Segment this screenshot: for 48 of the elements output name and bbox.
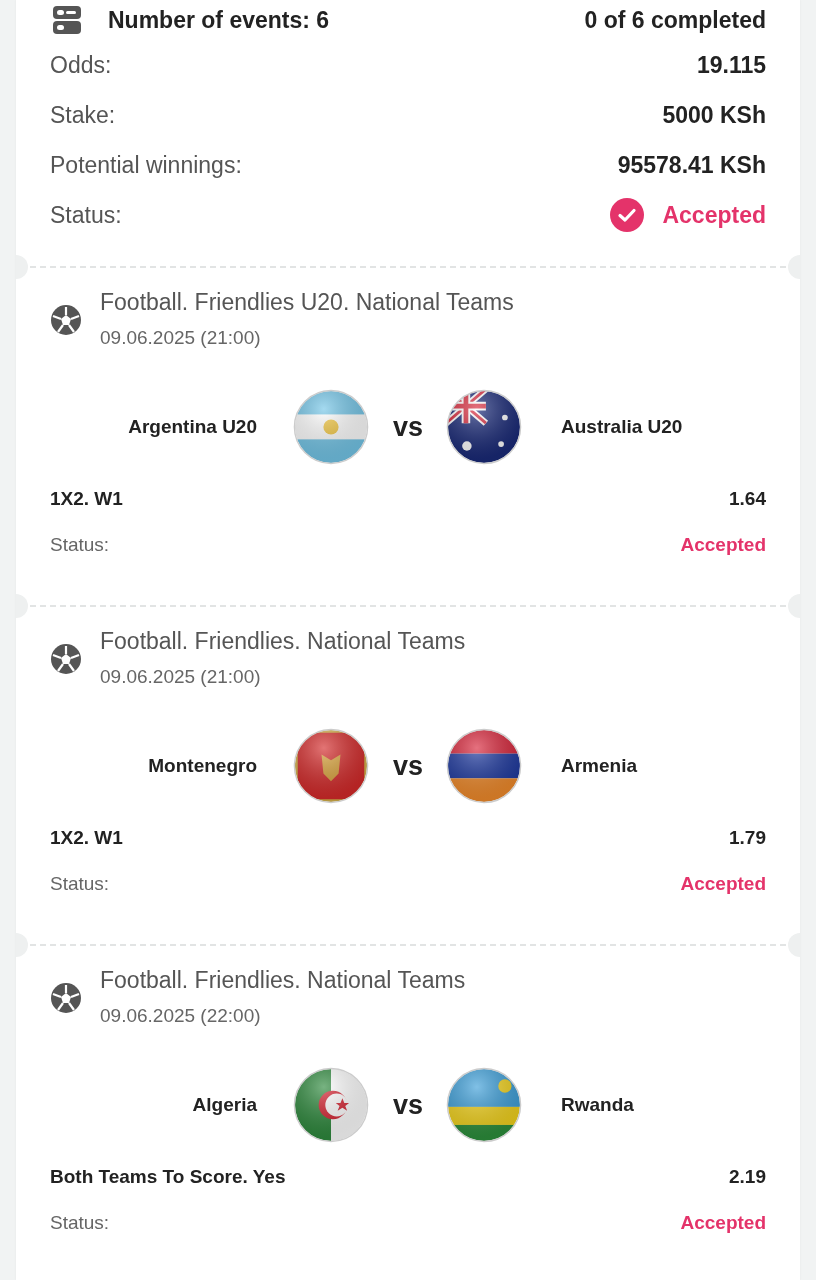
flag-icon [293, 389, 369, 465]
flag-icon [446, 389, 522, 465]
flag-icon [293, 728, 369, 804]
row-value: 95578.41 KSh [617, 151, 766, 179]
progress-text: 0 of 6 completed [584, 6, 766, 34]
league-title: Football. Friendlies. National Teams [100, 627, 466, 656]
events-count: Number of events: 6 [108, 6, 330, 34]
flag-icon [293, 1067, 369, 1143]
stack-icon [52, 5, 82, 35]
status-label: Status: [50, 873, 110, 895]
soccer-ball-icon [50, 303, 82, 336]
status-label: Status: [50, 1212, 110, 1234]
row-label: Potential winnings: [50, 151, 242, 179]
league-title: Football. Friendlies U20. National Teams [100, 288, 514, 317]
versus-text: vs [391, 1089, 424, 1121]
market-name: 1X2. W1 [50, 488, 123, 510]
soccer-ball-icon [50, 642, 82, 675]
versus-text: vs [391, 411, 424, 443]
flag-icon [446, 1067, 522, 1143]
market-name: 1X2. W1 [50, 827, 123, 849]
status-value: Accepted [680, 873, 766, 895]
home-team: Argentina U20 [127, 416, 257, 438]
status-value: Accepted [680, 1212, 766, 1234]
status-label: Status: [50, 534, 110, 556]
row-label: Status: [50, 201, 122, 229]
league-title: Football. Friendlies. National Teams [100, 966, 466, 995]
event-date: 09.06.2025 (21:00) [100, 665, 262, 689]
versus-text: vs [391, 750, 424, 782]
odds-value: 1.64 [729, 488, 766, 510]
away-team: Rwanda [561, 1094, 634, 1116]
status-value: Accepted [662, 201, 766, 229]
away-team: Armenia [561, 755, 638, 777]
home-team: Algeria [191, 1094, 257, 1116]
odds-value: 2.19 [729, 1166, 766, 1188]
status-value: Accepted [680, 534, 766, 556]
row-label: Odds: [50, 51, 112, 79]
event-date: 09.06.2025 (21:00) [100, 326, 262, 350]
away-team: Australia U20 [561, 416, 683, 438]
row-value: 19.115 [696, 51, 766, 79]
row-value: 5000 KSh [662, 101, 766, 129]
market-name: Both Teams To Score. Yes [50, 1166, 286, 1188]
odds-value: 1.79 [729, 827, 766, 849]
flag-icon [446, 728, 522, 804]
event-date: 09.06.2025 (22:00) [100, 1004, 262, 1028]
row-label: Stake: [50, 101, 116, 129]
home-team: Montenegro [147, 755, 257, 777]
check-circle-icon [610, 198, 645, 232]
soccer-ball-icon [50, 981, 82, 1014]
